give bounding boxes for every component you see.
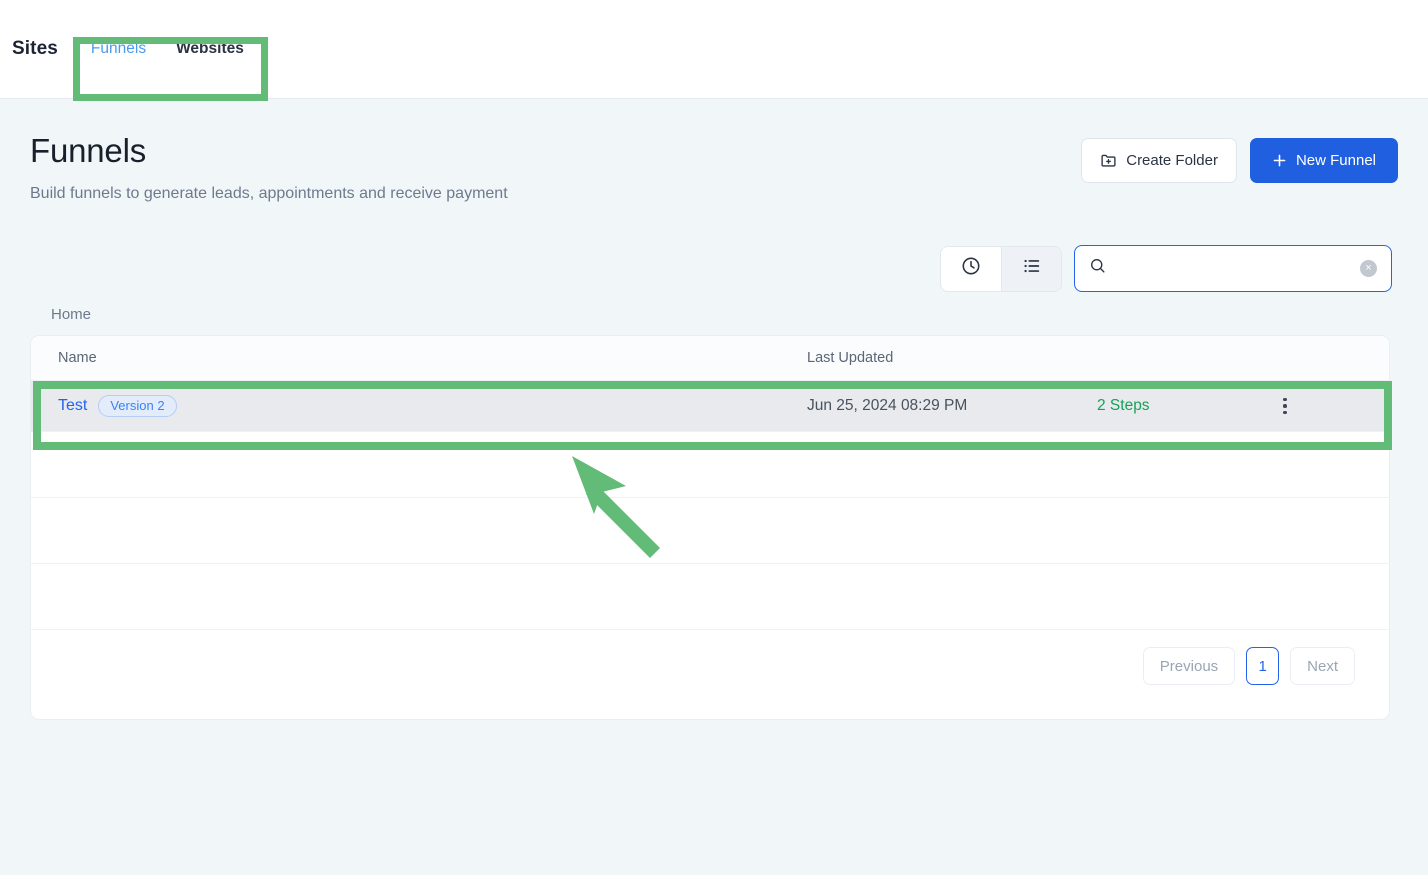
column-header-name: Name <box>58 350 97 366</box>
page-number-1[interactable]: 1 <box>1246 647 1280 685</box>
next-page-button[interactable]: Next <box>1290 647 1355 685</box>
page-subtitle: Build funnels to generate leads, appoint… <box>30 185 508 203</box>
funnel-name-cell: Test Version 2 <box>31 395 807 417</box>
column-header-last-updated: Last Updated <box>807 350 894 366</box>
create-folder-label: Create Folder <box>1126 152 1218 169</box>
page-header-actions: Create Folder New Funnel <box>1081 138 1398 183</box>
new-funnel-label: New Funnel <box>1295 152 1376 169</box>
kebab-menu-icon[interactable] <box>1275 397 1295 415</box>
table-row-empty <box>31 564 1389 630</box>
list-toolbar: × <box>940 245 1392 292</box>
page-title: Funnels <box>30 132 147 169</box>
app-title: Sites <box>12 38 58 59</box>
pagination: Previous 1 Next <box>31 630 1389 702</box>
folder-plus-icon <box>1100 152 1117 169</box>
nav-tabs: Funnels Websites <box>91 41 244 57</box>
clock-icon <box>960 255 982 282</box>
funnels-table-card: Name Last Updated Test Version 2 Jun 25,… <box>30 335 1390 720</box>
tab-websites[interactable]: Websites <box>176 41 244 57</box>
top-navigation-bar: Sites Funnels Websites <box>0 0 1428 99</box>
list-icon <box>1021 255 1043 282</box>
new-funnel-button[interactable]: New Funnel <box>1249 138 1398 183</box>
row-actions-cell <box>1267 397 1389 415</box>
recent-view-toggle[interactable] <box>941 246 1001 291</box>
plus-icon <box>1272 153 1287 168</box>
funnel-name-link[interactable]: Test <box>58 397 87 415</box>
clear-search-icon[interactable]: × <box>1360 260 1377 277</box>
steps-count-cell: 2 Steps <box>1097 397 1150 414</box>
table-row-empty <box>31 432 1389 498</box>
table-row[interactable]: Test Version 2 Jun 25, 2024 08:29 PM 2 S… <box>31 381 1389 432</box>
page-header: Funnels Build funnels to generate leads,… <box>30 132 1398 203</box>
table-row-empty <box>31 498 1389 564</box>
version-badge: Version 2 <box>98 395 177 417</box>
page-header-text: Funnels Build funnels to generate leads,… <box>30 132 508 203</box>
search-box[interactable]: × <box>1074 245 1392 292</box>
table-header-row: Name Last Updated <box>31 336 1389 381</box>
search-icon <box>1089 257 1107 280</box>
breadcrumb[interactable]: Home <box>51 306 91 323</box>
create-folder-button[interactable]: Create Folder <box>1081 138 1237 183</box>
last-updated-cell: Jun 25, 2024 08:29 PM <box>807 397 968 414</box>
previous-page-button[interactable]: Previous <box>1142 647 1236 685</box>
tab-funnels[interactable]: Funnels <box>91 41 146 57</box>
list-view-toggle[interactable] <box>1001 246 1061 291</box>
search-input[interactable] <box>1120 259 1360 278</box>
view-mode-toggle-group <box>940 245 1062 292</box>
